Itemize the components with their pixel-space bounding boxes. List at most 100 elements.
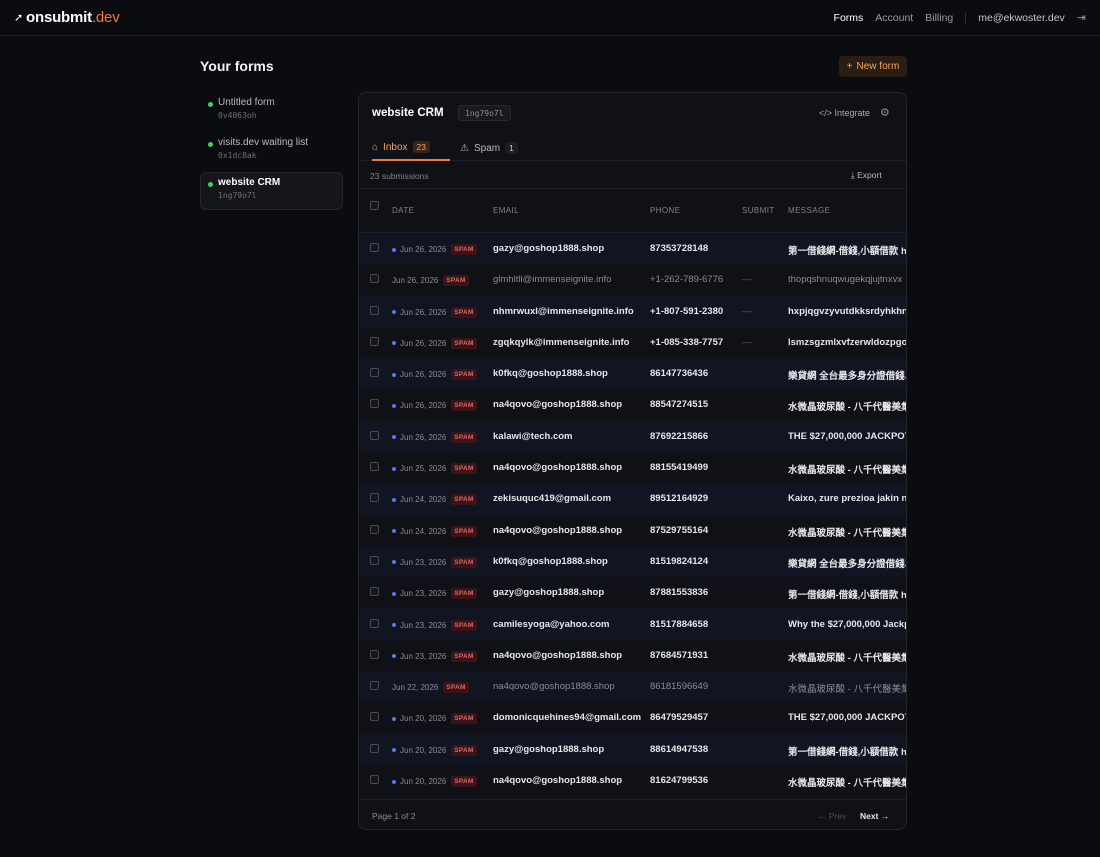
unread-dot: [392, 529, 396, 534]
row-date: Jun 26, 2026: [400, 307, 447, 317]
column-date[interactable]: DATE: [392, 206, 414, 215]
row-email: gazy@goshop1888.shop: [493, 743, 605, 755]
logout-icon[interactable]: ⇥: [1077, 11, 1086, 24]
table-row[interactable]: Jun 26, 2026 SPAM nhmrwuxl@immenseignite.i…: [359, 295, 907, 327]
table-row[interactable]: Jun 26, 2026 SPAM zgqkqylk@immenseignite.i…: [359, 327, 906, 358]
select-all-checkbox[interactable]: [370, 201, 379, 210]
table-row[interactable]: Jun 26, 2026 SPAM kalawi@tech.com 876922158…: [359, 420, 906, 453]
row-checkbox[interactable]: [370, 274, 379, 284]
table-row[interactable]: Jun 24, 2026 SPAM na4qovo@goshop1888.shop 8…: [359, 515, 906, 546]
row-phone: 87881553836: [650, 587, 709, 599]
row-message: 水微晶玻尿酸 - 八千代醫美集團: [788, 778, 907, 790]
integrate-button[interactable]: </> Integrate: [819, 108, 870, 118]
row-submit: —: [742, 305, 752, 317]
tab-inbox[interactable]: ⌂ Inbox 23: [372, 139, 450, 161]
export-button[interactable]: ⤓ Export: [851, 170, 882, 181]
new-form-button[interactable]: + New form: [839, 56, 907, 77]
table-row[interactable]: Jun 23, 2026 SPAM camilesyoga@yahoo.com 815…: [359, 608, 906, 640]
row-phone: 87692215866: [650, 430, 709, 442]
table-row[interactable]: Jun 20, 2026 SPAM na4qovo@goshop1888.shop 8…: [359, 765, 906, 796]
row-date-cell: Jun 20, 2026 SPAM: [392, 713, 477, 725]
row-checkbox[interactable]: [370, 555, 379, 565]
top-nav: ➚ onsubmit .dev Forms Account Billing me@…: [0, 0, 1100, 36]
column-submit[interactable]: SUBMIT: [742, 206, 775, 215]
nav-link-forms[interactable]: Forms: [834, 12, 864, 24]
panel-form-id[interactable]: 1ng79o7l: [458, 105, 511, 121]
gear-icon[interactable]: ⚙: [880, 106, 890, 119]
row-email: domonicquehines94@gmail.com: [493, 712, 642, 724]
row-checkbox[interactable]: [370, 618, 379, 628]
row-checkbox[interactable]: [370, 305, 379, 315]
code-icon: </>: [819, 108, 833, 118]
row-message: 第一借錢網-借錢,小額借款 htt: [788, 746, 907, 758]
table-row[interactable]: Jun 20, 2026 SPAM domonicquehines94@gmail.…: [359, 702, 906, 733]
row-checkbox[interactable]: [370, 399, 379, 409]
user-email[interactable]: me@ekwoster.dev: [978, 12, 1065, 24]
tab-spam-count: 1: [505, 142, 518, 154]
table-row[interactable]: Jun 25, 2026 SPAM na4qovo@goshop1888.shop 8…: [359, 452, 906, 483]
row-checkbox[interactable]: [370, 743, 379, 753]
table-row[interactable]: Jun 20, 2026 SPAM gazy@goshop1888.shop 8861…: [359, 733, 907, 766]
next-button[interactable]: Next →: [860, 811, 889, 821]
table-row[interactable]: Jun 26, 2026 SPAM gazy@goshop1888.shop 8735…: [359, 233, 906, 265]
nav-link-account[interactable]: Account: [875, 12, 913, 24]
tab-spam[interactable]: ⚠ Spam 1: [460, 139, 518, 161]
row-checkbox[interactable]: [370, 681, 379, 691]
logo-brand: onsubmit: [26, 9, 92, 26]
table-row[interactable]: Jun 23, 2026 SPAM k0fkq@goshop1888.shop 815…: [359, 545, 906, 578]
prev-button[interactable]: ← Prev: [818, 811, 846, 821]
row-checkbox[interactable]: [370, 462, 379, 472]
row-phone: 88614947538: [650, 743, 709, 755]
row-date-cell: Jun 26, 2026 SPAM: [392, 369, 477, 381]
table-row[interactable]: Jun 26, 2026 SPAM na4qovo@goshop1888.shop 8…: [359, 389, 906, 420]
row-checkbox[interactable]: [370, 493, 379, 503]
row-checkbox[interactable]: [370, 649, 379, 659]
row-checkbox[interactable]: [370, 368, 379, 378]
form-id: 0x1dc8ak: [218, 151, 257, 160]
unread-dot: [392, 435, 396, 440]
row-phone: +1-085-338-7757: [650, 336, 724, 348]
row-checkbox[interactable]: [370, 430, 379, 440]
spam-badge: SPAM: [451, 619, 477, 631]
form-id: 1ng79o7l: [218, 191, 257, 200]
row-phone: 86147736436: [650, 368, 709, 380]
unread-dot: [392, 497, 396, 502]
nav-divider: [965, 11, 967, 24]
table-row[interactable]: Jun 26, 2026 SPAM glmhltll@immenseignite.i…: [359, 264, 906, 295]
row-phone: +1-262-789-6776: [650, 274, 724, 286]
row-date-cell: Jun 26, 2026 SPAM: [392, 306, 477, 318]
row-checkbox[interactable]: [370, 587, 379, 597]
plus-icon: +: [846, 61, 853, 72]
row-checkbox[interactable]: [370, 775, 379, 785]
form-item-active[interactable]: website CRM 1ng79o7l: [200, 172, 343, 210]
spam-badge: SPAM: [451, 556, 477, 568]
row-message: 水微晶玻尿酸 - 八千代醫美集團: [788, 684, 907, 696]
row-checkbox[interactable]: [370, 243, 379, 252]
column-email[interactable]: EMAIL: [493, 206, 519, 215]
row-date-cell: Jun 23, 2026 SPAM: [392, 556, 477, 568]
row-email: zgqkqylk@immenseignite.info: [493, 336, 630, 348]
row-email: gazy@goshop1888.shop: [493, 243, 605, 254]
form-name: visits.dev waiting list: [218, 137, 309, 148]
table-row[interactable]: Jun 23, 2026 SPAM na4qovo@goshop1888.shop 8…: [359, 640, 906, 671]
row-checkbox[interactable]: [370, 712, 379, 722]
logo[interactable]: ➚ onsubmit .dev: [14, 9, 120, 26]
row-date-cell: Jun 20, 2026 SPAM: [392, 776, 477, 788]
row-email: na4qovo@goshop1888.shop: [493, 681, 615, 693]
column-message[interactable]: MESSAGE: [788, 206, 830, 215]
table-row[interactable]: Jun 24, 2026 SPAM zekisuquc419@gmail.com 89…: [359, 483, 906, 515]
row-email: camilesyoga@yahoo.com: [493, 618, 610, 630]
column-phone[interactable]: PHONE: [650, 206, 680, 215]
table-row[interactable]: Jun 26, 2026 SPAM k0fkq@goshop1888.shop 861…: [359, 358, 906, 390]
form-item[interactable]: Untitled form 0v4063oh: [200, 92, 343, 130]
row-checkbox[interactable]: [370, 336, 379, 346]
form-name: Untitled form: [218, 97, 275, 108]
page-title: Your forms: [200, 58, 274, 74]
row-date: Jun 24, 2026: [400, 495, 447, 505]
table-row[interactable]: Jun 22, 2026 SPAM na4qovo@goshop1888.shop 8…: [359, 671, 907, 703]
row-message: hxpjqgvzyvutdkksrdyhkhnh: [788, 305, 907, 317]
form-item[interactable]: visits.dev waiting list 0x1dc8ak: [200, 132, 343, 170]
nav-link-billing[interactable]: Billing: [925, 12, 953, 24]
row-checkbox[interactable]: [370, 524, 379, 534]
table-row[interactable]: Jun 23, 2026 SPAM gazy@goshop1888.shop 8788…: [359, 577, 906, 608]
